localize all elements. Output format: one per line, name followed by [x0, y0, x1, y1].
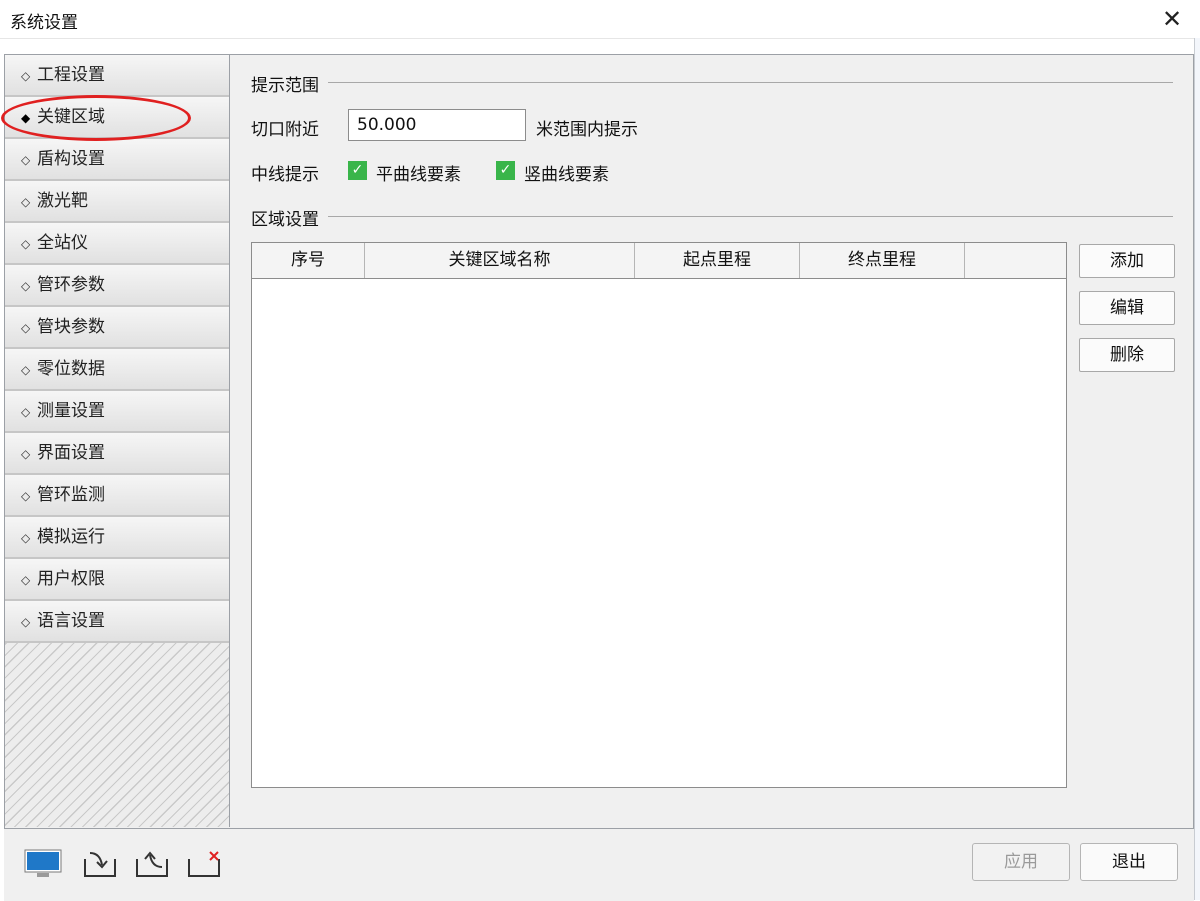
sidebar-item-label: 模拟运行 — [37, 527, 105, 547]
edit-button[interactable]: 编辑 — [1079, 291, 1175, 325]
cut-suffix-label: 米范围内提示 — [536, 120, 638, 140]
sidebar-item-ring-monitor[interactable]: ◇ 管环监测 — [5, 475, 229, 517]
diamond-icon: ◇ — [21, 321, 31, 335]
sidebar-item-user-permissions[interactable]: ◇ 用户权限 — [5, 559, 229, 601]
sidebar-item-ui-settings[interactable]: ◇ 界面设置 — [5, 433, 229, 475]
sidebar-item-label: 界面设置 — [37, 443, 105, 463]
close-icon[interactable]: ✕ — [1152, 3, 1192, 35]
section-divider — [328, 82, 1173, 83]
sidebar-item-simulation[interactable]: ◇ 模拟运行 — [5, 517, 229, 559]
column-header-start[interactable]: 起点里程 — [635, 243, 800, 278]
import-icon[interactable] — [82, 849, 118, 879]
diamond-icon: ◇ — [21, 573, 31, 587]
sidebar-item-ring-params[interactable]: ◇ 管环参数 — [5, 265, 229, 307]
monitor-icon[interactable] — [24, 849, 62, 879]
horizontal-curve-label: 平曲线要素 — [376, 165, 461, 185]
sidebar-item-shield-settings[interactable]: ◇ 盾构设置 — [5, 139, 229, 181]
clear-icon[interactable] — [186, 849, 222, 879]
column-header-end[interactable]: 终点里程 — [800, 243, 965, 278]
cut-distance-input[interactable]: 50.000 — [348, 109, 526, 141]
column-header-index[interactable]: 序号 — [252, 243, 365, 278]
filled-diamond-icon: ◆ — [21, 111, 31, 125]
sidebar-item-label: 管块参数 — [37, 317, 105, 337]
delete-button[interactable]: 删除 — [1079, 338, 1175, 372]
sidebar-item-label: 语言设置 — [37, 611, 105, 631]
sidebar-item-label: 管环监测 — [37, 485, 105, 505]
diamond-icon: ◇ — [21, 279, 31, 293]
window-edge — [1194, 38, 1200, 900]
sidebar-item-segment-params[interactable]: ◇ 管块参数 — [5, 307, 229, 349]
diamond-icon: ◇ — [21, 195, 31, 209]
sidebar-item-label: 全站仪 — [37, 233, 88, 253]
sidebar-item-project-settings[interactable]: ◇ 工程设置 — [5, 55, 229, 97]
window-title: 系统设置 — [10, 13, 78, 33]
sidebar-item-measure-settings[interactable]: ◇ 测量设置 — [5, 391, 229, 433]
sidebar-item-label: 工程设置 — [37, 65, 105, 85]
diamond-icon: ◇ — [21, 489, 31, 503]
add-button[interactable]: 添加 — [1079, 244, 1175, 278]
cut-label: 切口附近 — [251, 120, 319, 140]
diamond-icon: ◇ — [21, 531, 31, 545]
diamond-icon: ◇ — [21, 363, 31, 377]
horizontal-curve-checkbox[interactable]: ✓ — [348, 161, 367, 180]
sidebar-item-label: 零位数据 — [37, 359, 105, 379]
sidebar-item-label: 激光靶 — [37, 191, 88, 211]
diamond-icon: ◇ — [21, 447, 31, 461]
diamond-icon: ◇ — [21, 237, 31, 251]
title-bar: 系统设置 ✕ — [0, 0, 1200, 39]
sidebar-item-label: 测量设置 — [37, 401, 105, 421]
prompt-section-title: 提示范围 — [251, 76, 319, 96]
sidebar-item-label: 管环参数 — [37, 275, 105, 295]
content-panel: 提示范围 切口附近 50.000 米范围内提示 中线提示 ✓ 平曲线要素 ✓ 竖… — [230, 55, 1193, 827]
centerline-label: 中线提示 — [251, 165, 319, 185]
diamond-icon: ◇ — [21, 69, 31, 83]
key-region-table[interactable]: 序号 关键区域名称 起点里程 终点里程 — [251, 242, 1067, 788]
exit-button[interactable]: 退出 — [1080, 843, 1178, 881]
section-divider — [328, 216, 1173, 217]
diamond-icon: ◇ — [21, 153, 31, 167]
sidebar-item-zero-data[interactable]: ◇ 零位数据 — [5, 349, 229, 391]
sidebar-item-language[interactable]: ◇ 语言设置 — [5, 601, 229, 643]
region-section-title: 区域设置 — [251, 210, 319, 230]
vertical-curve-label: 竖曲线要素 — [524, 165, 609, 185]
column-header-name[interactable]: 关键区域名称 — [365, 243, 635, 278]
sidebar-item-laser-target[interactable]: ◇ 激光靶 — [5, 181, 229, 223]
vertical-curve-checkbox[interactable]: ✓ — [496, 161, 515, 180]
sidebar-item-total-station[interactable]: ◇ 全站仪 — [5, 223, 229, 265]
diamond-icon: ◇ — [21, 405, 31, 419]
sidebar-item-label: 关键区域 — [37, 107, 105, 127]
sidebar-item-label: 用户权限 — [37, 569, 105, 589]
apply-button[interactable]: 应用 — [972, 843, 1070, 881]
bottom-toolbar: 应用 退出 — [4, 828, 1194, 901]
diamond-icon: ◇ — [21, 615, 31, 629]
sidebar-item-label: 盾构设置 — [37, 149, 105, 169]
export-icon[interactable] — [134, 849, 170, 879]
table-header: 序号 关键区域名称 起点里程 终点里程 — [252, 243, 1066, 279]
sidebar-item-key-region[interactable]: ◆ 关键区域 — [5, 97, 229, 139]
sidebar: ◇ 工程设置 ◆ 关键区域 ◇ 盾构设置 ◇ 激光靶 ◇ 全站仪 ◇ 管环参数 ◇ 管块参数 … — [5, 55, 230, 827]
